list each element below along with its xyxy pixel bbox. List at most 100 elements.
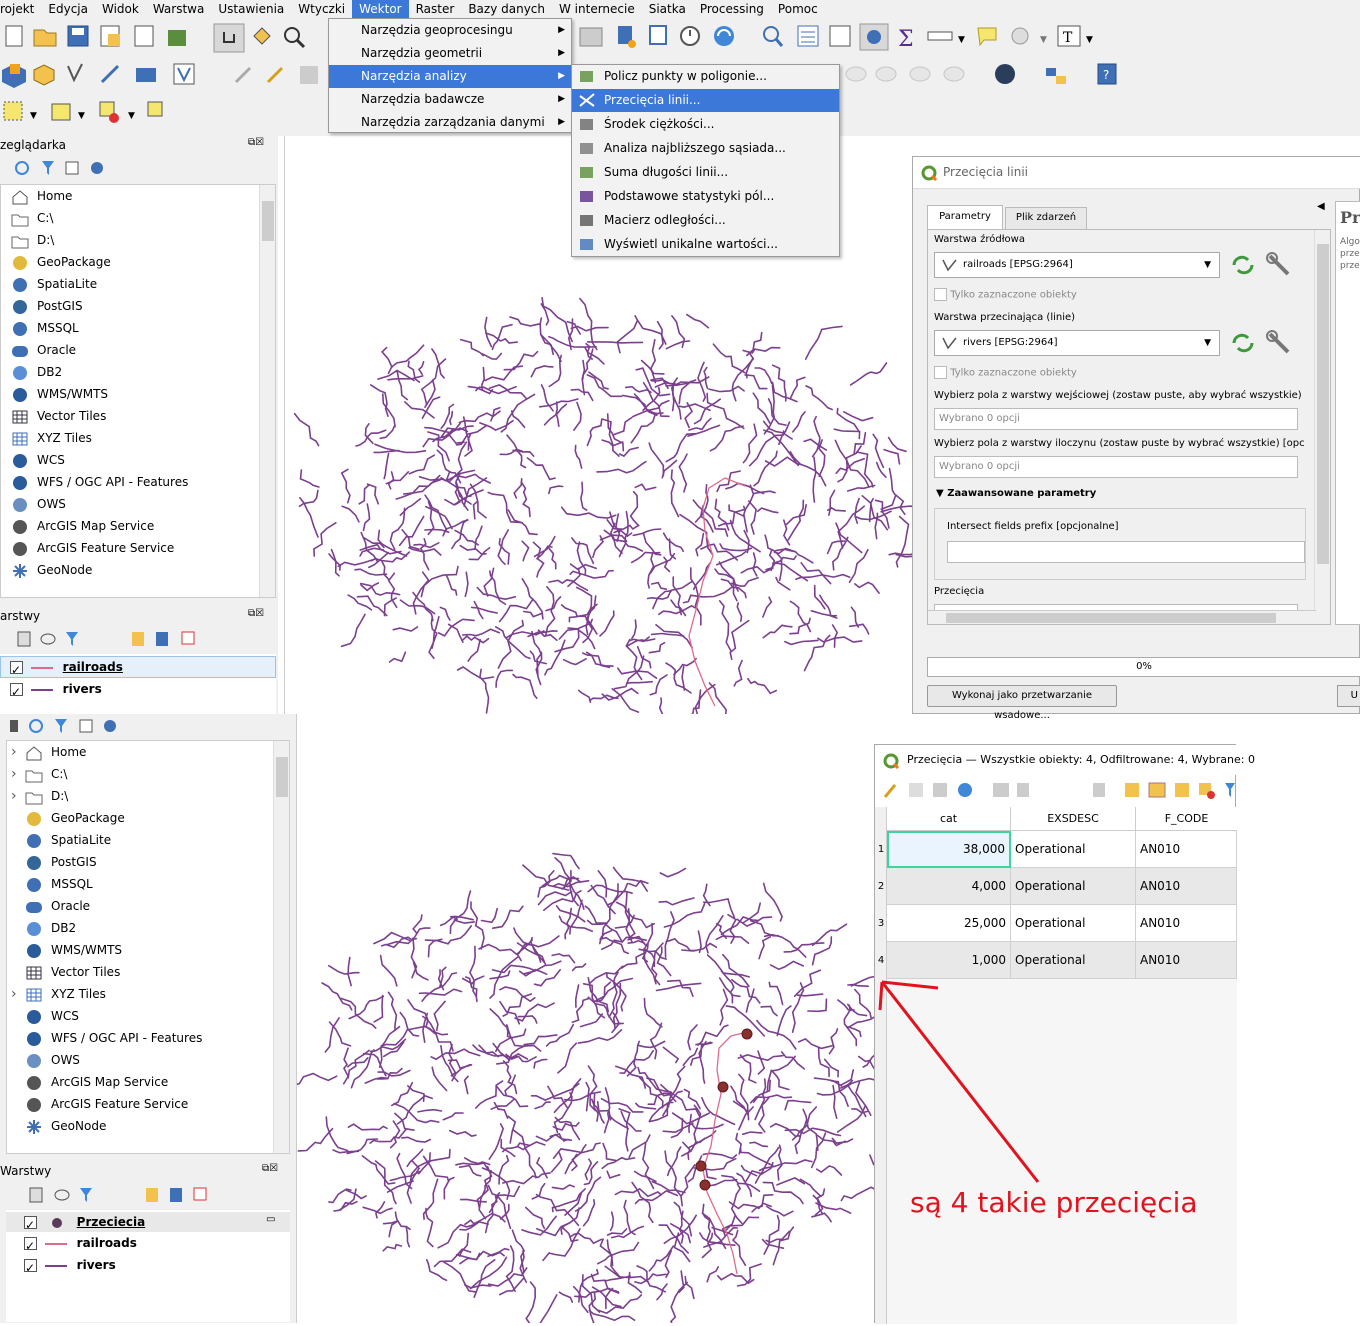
browser-item[interactable]: Home: [11, 185, 72, 207]
table-row[interactable]: 4,000 Operational AN010: [887, 868, 1237, 905]
menu-widok[interactable]: Widok: [95, 0, 146, 18]
input-fields-selector[interactable]: Wybrano 0 opcji: [934, 408, 1298, 430]
cell-fcode[interactable]: AN010: [1136, 831, 1237, 868]
browser-item[interactable]: DB2: [25, 917, 76, 939]
layers-toolbar-icons[interactable]: [0, 628, 200, 650]
browser-item[interactable]: Oracle: [25, 895, 90, 917]
intersection-point[interactable]: [741, 1028, 753, 1040]
menu-rojekt[interactable]: rojekt: [0, 0, 41, 18]
advanced-parameters-toggle[interactable]: ▼ Zaawansowane parametry: [936, 488, 1096, 499]
browser-item[interactable]: GeoNode: [11, 559, 92, 581]
tab-parameters[interactable]: Parametry: [927, 205, 1003, 229]
intersect-layer-combo[interactable]: rivers [EPSG:2964] ▼: [934, 330, 1220, 356]
menu-raster[interactable]: Raster: [409, 0, 462, 18]
menu-wektor[interactable]: Wektor: [352, 0, 409, 18]
browser-item[interactable]: SpatiaLite: [11, 273, 97, 295]
layer-item-rivers[interactable]: rivers: [10, 678, 102, 703]
layers-toolbar-icons[interactable]: [0, 1184, 220, 1206]
vector-menu-item[interactable]: Narzędzia geoprocesingu ▶: [329, 19, 571, 42]
cell-fcode[interactable]: AN010: [1136, 942, 1237, 979]
layer-visibility-checkbox[interactable]: [10, 681, 23, 703]
vector-menu-item[interactable]: Narzędzia analizy ▶: [329, 65, 571, 88]
overlay-fields-selector[interactable]: Wybrano 0 opcji: [934, 456, 1298, 478]
column-header-exsdesc[interactable]: EXSDESC: [1011, 807, 1136, 831]
browser-item[interactable]: ArcGIS Map Service: [11, 515, 154, 537]
expand-arrow-icon[interactable]: ›: [11, 983, 17, 1005]
browser-item[interactable]: D:\: [11, 229, 54, 251]
browser-item[interactable]: GeoNode: [25, 1115, 106, 1137]
browser-item[interactable]: ArcGIS Feature Service: [11, 537, 174, 559]
selection-toolbar-icons[interactable]: ▼ ▼ ▼: [0, 94, 300, 134]
column-header-fcode[interactable]: F_CODE: [1136, 807, 1237, 831]
menu-warstwa[interactable]: Warstwa: [146, 0, 212, 18]
map-canvas-bottom[interactable]: [287, 714, 902, 1326]
browser-item[interactable]: SpatiaLite: [25, 829, 111, 851]
analysis-menu-item[interactable]: Analiza najbliższego sąsiada...: [572, 137, 839, 160]
toolbar-icons-row-1[interactable]: Σ ▼ ▼ T ▼: [0, 18, 1360, 56]
tab-log[interactable]: Plik zdarzeń: [1005, 207, 1087, 229]
browser-item[interactable]: Vector Tiles: [11, 405, 106, 427]
layer-item-railroads[interactable]: railroads: [10, 656, 123, 681]
analysis-menu-item[interactable]: Środek ciężkości...: [572, 113, 839, 136]
parameters-scrollbar[interactable]: [1314, 230, 1330, 610]
browser-item[interactable]: GeoPackage: [11, 251, 111, 273]
vector-menu-item[interactable]: Narzędzia badawcze ▶: [329, 88, 571, 111]
browser-item[interactable]: WCS: [25, 1005, 79, 1027]
cell-exsdesc[interactable]: Operational: [1011, 831, 1136, 868]
expand-arrow-icon[interactable]: ›: [11, 741, 17, 763]
browser-item[interactable]: OWS: [11, 493, 66, 515]
browser-item[interactable]: WFS / OGC API - Features: [25, 1027, 202, 1049]
browser-item[interactable]: MSSQL: [25, 873, 93, 895]
browser-item[interactable]: MSSQL: [11, 317, 79, 339]
layers-panel-float-close-icons[interactable]: ⧉☒: [248, 608, 264, 619]
cell-fcode[interactable]: AN010: [1136, 905, 1237, 942]
expand-arrow-icon[interactable]: ›: [11, 785, 17, 807]
menu-w-internecie[interactable]: W internecie: [552, 0, 642, 18]
table-row[interactable]: 25,000 Operational AN010: [887, 905, 1237, 942]
intersection-point[interactable]: [717, 1081, 729, 1093]
cell-cat[interactable]: 38,000: [887, 831, 1011, 868]
analysis-menu-item[interactable]: Suma długości linii...: [572, 161, 839, 184]
analysis-menu-item[interactable]: Policz punkty w poligonie...: [572, 65, 839, 88]
layer-visibility-checkbox[interactable]: [24, 1235, 37, 1257]
horizontal-scrollbar[interactable]: [928, 610, 1316, 624]
layer-item-rivers[interactable]: rivers: [24, 1254, 116, 1279]
batch-process-button[interactable]: Wykonaj jako przetwarzanie wsadowe...: [927, 685, 1117, 721]
layer-visibility-checkbox[interactable]: [10, 659, 23, 681]
browser-item[interactable]: WCS: [11, 449, 65, 471]
cell-fcode[interactable]: AN010: [1136, 868, 1237, 905]
row-number[interactable]: 3: [875, 905, 887, 942]
browser-scrollbar[interactable]: [273, 741, 289, 1153]
browser-item[interactable]: › C:\: [11, 763, 67, 785]
browser-item[interactable]: DB2: [11, 361, 62, 383]
collapse-help-arrow-icon[interactable]: ◀: [1317, 201, 1325, 212]
row-number[interactable]: 2: [875, 868, 887, 905]
layer-item-przeciecia[interactable]: Przeciecia: [24, 1211, 145, 1236]
vector-menu-item[interactable]: Narzędzia geometrii ▶: [329, 42, 571, 65]
menu-pomoc[interactable]: Pomoc: [771, 0, 825, 18]
browser-item[interactable]: OWS: [25, 1049, 80, 1071]
browser-toolbar-icons[interactable]: [0, 158, 120, 178]
browser-toolbar-icons[interactable]: [0, 716, 130, 736]
selected-only-intersect[interactable]: Tylko zaznaczone obiekty: [934, 366, 1077, 379]
layer-visibility-checkbox[interactable]: [24, 1257, 37, 1279]
cell-cat[interactable]: 4,000: [887, 868, 1011, 905]
analysis-menu-item[interactable]: Wyświetl unikalne wartości...: [572, 233, 839, 256]
menu-processing[interactable]: Processing: [693, 0, 771, 18]
browser-item[interactable]: Oracle: [11, 339, 76, 361]
vector-menu-item[interactable]: Narzędzia zarządzania danymi ▶: [329, 111, 571, 134]
iterate-icon[interactable]: [1230, 332, 1256, 354]
browser-item[interactable]: C:\: [11, 207, 53, 229]
menu-siatka[interactable]: Siatka: [642, 0, 693, 18]
menu-bazy-danych[interactable]: Bazy danych: [461, 0, 552, 18]
layers-panel-float-close-icons[interactable]: ⧉☒: [262, 1163, 278, 1174]
browser-item[interactable]: Vector Tiles: [25, 961, 120, 983]
analysis-menu-item[interactable]: Podstawowe statystyki pól...: [572, 185, 839, 208]
wrench-icon[interactable]: [1266, 252, 1296, 278]
expand-arrow-icon[interactable]: ›: [11, 763, 17, 785]
analysis-menu-item[interactable]: Macierz odległości...: [572, 209, 839, 232]
cell-exsdesc[interactable]: Operational: [1011, 905, 1136, 942]
browser-item[interactable]: › D:\: [11, 785, 68, 807]
selected-only-source[interactable]: Tylko zaznaczone obiekty: [934, 288, 1077, 301]
analysis-menu-item[interactable]: Przecięcia linii...: [572, 89, 839, 112]
